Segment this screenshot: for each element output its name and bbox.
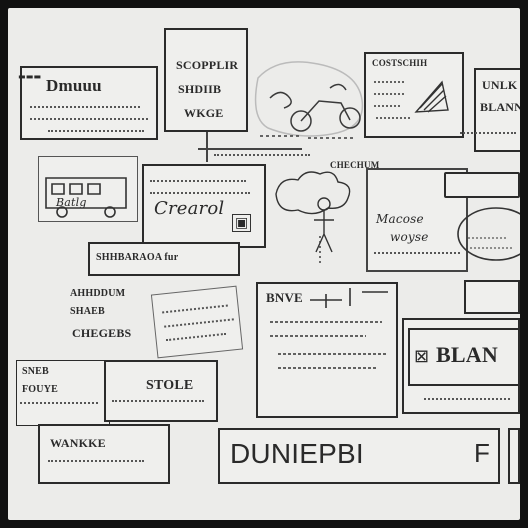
panel-center-block-title: BNVE <box>266 290 303 305</box>
panel-bottom-left-frame <box>38 424 170 484</box>
connector-line <box>198 148 302 150</box>
scribble-line <box>112 400 204 402</box>
panel-bottom-left-small-line2: FOUYE <box>22 384 58 395</box>
scribble-line <box>460 132 516 134</box>
panel-left-block-line3: CHEGEBS <box>72 326 132 340</box>
panel-far-right-low <box>464 280 520 314</box>
scribble-line <box>48 130 144 132</box>
panel-top-mid-line3: WKGE <box>184 106 224 120</box>
connector-dashed <box>214 154 310 156</box>
panel-right-mid-line1: CHECHUM <box>330 160 380 170</box>
panel-blank-label: BLAN <box>436 342 498 367</box>
whiteboard-sheet: Dmuuu ▬▬▬ SCOPPLIR SHDIIB WKGE COSTSCHIH… <box>8 8 520 520</box>
scribble-line <box>150 180 246 182</box>
scribble-line <box>374 252 460 254</box>
panel-left-mid-label: Batlg <box>56 196 87 209</box>
panel-top-mid-line2: SHDIIB <box>178 82 222 96</box>
panel-right-mid-line3: woyse <box>390 230 429 244</box>
panel-top-mid-line1: SCOPPLIR <box>176 58 239 72</box>
scribble-line <box>48 460 144 462</box>
connector-line <box>206 132 208 162</box>
panel-bottom-mid-small-text: STOLE <box>146 378 194 393</box>
scribble-line <box>424 398 510 400</box>
footer-bar-title: DUNIEPBI <box>230 438 364 469</box>
panel-far-right-mid <box>444 172 520 198</box>
panel-bottom-left-frame-text: WANKKE <box>50 436 106 450</box>
panel-banner-bar-text: SHHBARAOA fur <box>96 252 179 263</box>
scribble-line <box>30 106 140 108</box>
panel-far-right-line1: UNLK <box>482 78 518 92</box>
footer-bar-right-letter: F <box>474 438 491 468</box>
stamp-icon: ▣ <box>232 214 252 232</box>
panel-bottom-left-small-line1: SNEB <box>22 366 49 377</box>
panel-left-mid <box>38 156 138 222</box>
scribble-line <box>20 402 98 404</box>
panel-header-left-title: Dmuuu <box>46 76 102 95</box>
panel-left-block-line1: AHHDDUM <box>70 288 126 299</box>
panel-right-mid-line2: Macose <box>376 212 424 226</box>
blank-box-mark-icon: ⊠ <box>414 346 430 367</box>
panel-center-card-heading: Crearol <box>154 198 225 219</box>
panel-header-left-tag: ▬▬▬ <box>18 72 42 81</box>
scribble-line <box>150 192 250 194</box>
panel-left-block-line2: SHAEB <box>70 306 105 317</box>
footer-bar-edge <box>508 428 520 484</box>
scribble-line <box>30 118 148 120</box>
panel-far-right-line2: BLANN <box>480 100 520 114</box>
panel-top-right-line1: COSTSCHIH <box>372 58 428 68</box>
